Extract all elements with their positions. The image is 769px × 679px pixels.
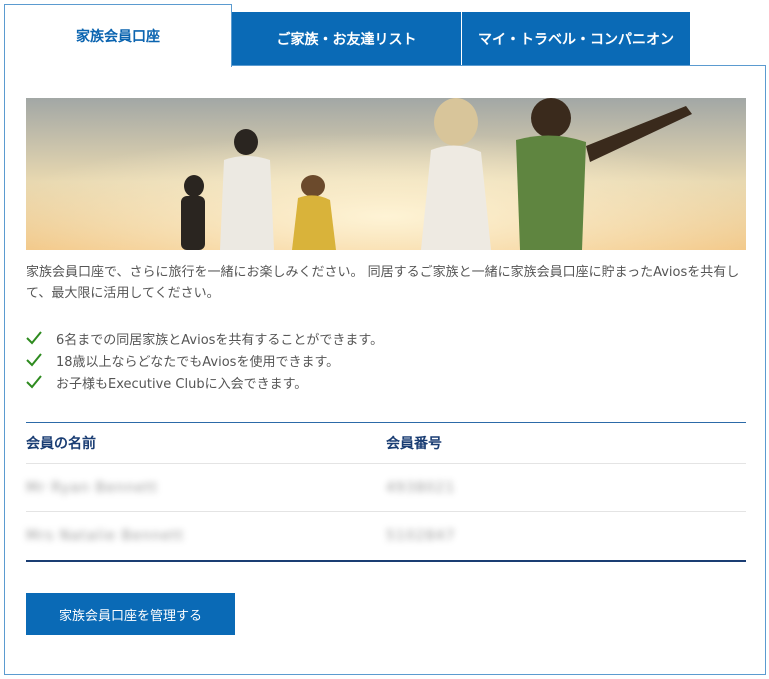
table-header: 会員の名前 会員番号 <box>26 422 746 464</box>
column-header-member-name: 会員の名前 <box>26 436 96 452</box>
check-icon <box>26 375 42 389</box>
feature-text: お子様もExecutive Clubに入会できます。 <box>56 376 308 392</box>
members-table: 会員の名前 会員番号 Mr Ryan Bennett 4938021 Mrs N… <box>26 422 746 562</box>
member-name: Mr Ryan Bennett <box>26 479 158 496</box>
tab-family-friends-list[interactable]: ご家族・お友達リスト <box>232 12 461 66</box>
feature-item: 6名までの同居家族とAviosを共有することができます。 <box>26 327 383 349</box>
tab-family-account[interactable]: 家族会員口座 <box>4 4 232 67</box>
feature-text: 6名までの同居家族とAviosを共有することができます。 <box>56 332 384 348</box>
feature-item: 18歳以上ならどなたでもAviosを使用できます。 <box>26 349 383 371</box>
intro-text: 家族会員口座で、さらに旅行を一緒にお楽しみください。 同居するご家族と一緒に家族… <box>26 265 740 301</box>
manage-family-account-button[interactable]: 家族会員口座を管理する <box>26 593 235 635</box>
table-row: Mr Ryan Bennett 4938021 <box>26 464 746 512</box>
family-account-panel: 家族会員口座で、さらに旅行を一緒にお楽しみください。 同居するご家族と一緒に家族… <box>4 65 766 675</box>
feature-item: お子様もExecutive Clubに入会できます。 <box>26 371 383 393</box>
feature-list: 6名までの同居家族とAviosを共有することができます。 18歳以上ならどなたで… <box>26 327 383 393</box>
table-row: Mrs Natalie Bennett 5102847 <box>26 512 746 562</box>
member-number: 5102847 <box>386 528 456 544</box>
column-header-member-number: 会員番号 <box>386 436 442 452</box>
member-name: Mrs Natalie Bennett <box>26 528 185 544</box>
check-icon <box>26 353 42 367</box>
feature-text: 18歳以上ならどなたでもAviosを使用できます。 <box>56 354 340 370</box>
family-hero-image <box>26 98 746 250</box>
member-number: 4938021 <box>386 479 456 496</box>
tab-travel-companion[interactable]: マイ・トラベル・コンパニオン <box>462 12 690 66</box>
check-icon <box>26 331 42 345</box>
